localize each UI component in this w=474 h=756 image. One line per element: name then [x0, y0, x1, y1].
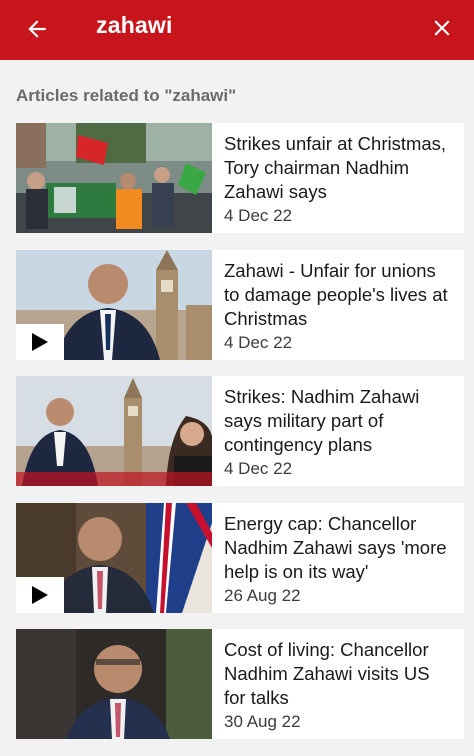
section-title: Articles related to "zahawi" [16, 86, 237, 105]
article-date: 4 Dec 22 [224, 206, 293, 225]
article-headline: Cost of living: Chancellor Nadhim Zahawi… [224, 639, 430, 708]
play-icon [32, 332, 48, 351]
article-thumbnail [16, 376, 212, 486]
article-thumbnail [16, 249, 212, 360]
article-thumbnail [16, 123, 212, 233]
close-icon [434, 20, 450, 36]
arrow-left-icon [28, 20, 46, 38]
play-icon [32, 585, 48, 604]
article-date: 4 Dec 22 [224, 459, 293, 478]
article-headline: Zahawi - Unfair for unions to damage peo… [224, 259, 448, 329]
article-date: 26 Aug 22 [224, 585, 301, 605]
article-thumbnail [16, 502, 212, 613]
back-button[interactable] [22, 14, 52, 44]
video-badge [16, 576, 64, 613]
article-headline: Strikes: Nadhim Zahawi says military par… [224, 386, 420, 455]
article-card[interactable]: Energy cap: Chancellor Nadhim Zahawi say… [16, 502, 464, 613]
article-card[interactable]: Cost of living: Chancellor Nadhim Zahawi… [16, 629, 464, 739]
article-thumbnail [16, 629, 212, 739]
article-headline: Energy cap: Chancellor Nadhim Zahawi say… [224, 512, 447, 582]
search-query[interactable]: zahawi [96, 12, 173, 39]
article-card[interactable]: Strikes unfair at Christmas, Tory chairm… [16, 123, 464, 233]
article-date: 30 Aug 22 [224, 712, 301, 731]
article-card[interactable]: Strikes: Nadhim Zahawi says military par… [16, 376, 464, 486]
article-list: Strikes unfair at Christmas, Tory chairm… [16, 123, 464, 756]
clear-search-button[interactable] [426, 12, 458, 44]
video-badge [16, 323, 64, 360]
article-card[interactable]: Zahawi - Unfair for unions to damage peo… [16, 249, 464, 360]
article-date: 4 Dec 22 [224, 332, 293, 352]
article-headline: Strikes unfair at Christmas, Tory chairm… [224, 133, 447, 202]
app-bar: zahawi [0, 0, 474, 60]
